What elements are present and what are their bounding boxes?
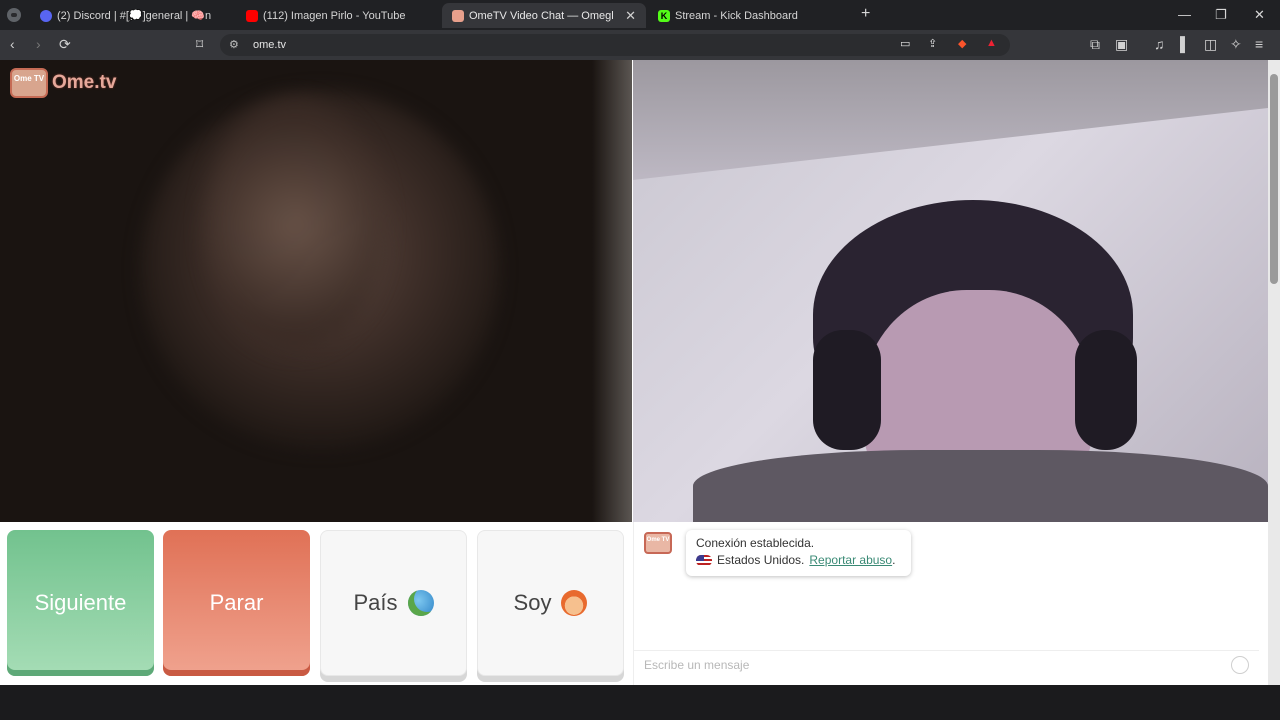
brave-rewards-icon[interactable]: ▲ (986, 37, 997, 49)
close-window-button[interactable]: ✕ (1254, 7, 1265, 23)
tab-title: OmeTV Video Chat — Omegl (469, 9, 614, 22)
us-flag-icon (696, 554, 712, 566)
scrollbar[interactable] (1268, 60, 1280, 685)
brave-shields-icon[interactable]: ◆ (958, 37, 966, 50)
headphone-right (1075, 330, 1137, 450)
scrollbar-thumb[interactable] (1270, 74, 1278, 284)
reload-icon[interactable]: ⟳ (59, 36, 71, 53)
ometv-icon (452, 9, 464, 22)
close-tab-icon[interactable]: ✕ (625, 8, 636, 24)
remote-video-blur (205, 100, 385, 350)
country-label: País (353, 590, 398, 615)
system-message: Conexión establecida. Estados Unidos. Re… (686, 530, 911, 576)
ometv-logo[interactable]: Ome TV Ome.tv (10, 68, 116, 98)
stop-label: Parar (209, 590, 264, 615)
logo-text: Ome.tv (52, 72, 117, 93)
cast-icon[interactable]: ▭ (900, 37, 910, 50)
tab-discord[interactable]: (2) Discord | #[💭]general | 🧠n (30, 3, 230, 28)
connection-text: Conexión establecida. (696, 536, 815, 550)
restore-button[interactable]: ❐ (1215, 7, 1227, 23)
tab-title: (2) Discord | #[💭]general | 🧠n (57, 10, 212, 22)
youtube-icon (246, 9, 258, 22)
next-label: Siguiente (34, 590, 127, 615)
bookmark-icon[interactable]: ⌑ (196, 36, 203, 53)
headphone-left (813, 330, 881, 450)
browser-tab-strip: (2) Discord | #[💭]general | 🧠n (112) Ima… (0, 0, 1280, 30)
tab-kick[interactable]: K Stream - Kick Dashboard (648, 3, 848, 28)
browser-menu-icon[interactable] (7, 8, 21, 22)
report-suffix: . (892, 553, 896, 567)
taskbar-area (0, 685, 1280, 720)
message-placeholder: Escribe un mensaje (644, 657, 750, 672)
minimize-button[interactable]: — (1178, 7, 1191, 22)
ometv-tv-icon: Ome TV (10, 68, 48, 98)
gender-button[interactable]: Soy (477, 530, 624, 676)
share-icon[interactable]: ⇪ (928, 37, 937, 50)
sidebar-icon[interactable]: ▌ (1180, 36, 1190, 52)
remote-video: Ome TV Ome.tv (0, 60, 632, 522)
country-button[interactable]: País (320, 530, 467, 676)
tab-title: Stream - Kick Dashboard (675, 9, 798, 22)
next-button[interactable]: Siguiente (7, 530, 154, 676)
tab-ometv[interactable]: OmeTV Video Chat — Omegl ✕ (442, 3, 646, 28)
address-bar[interactable]: ⚙ ome.tv ▭ ⇪ ◆ ▲ (220, 34, 1010, 56)
globe-icon (407, 590, 434, 616)
reader-icon[interactable]: ▣ (1115, 36, 1128, 53)
person-shirt (693, 450, 1268, 522)
message-input[interactable]: Escribe un mensaje (634, 650, 1259, 678)
wallet-icon[interactable]: ◫ (1204, 36, 1217, 53)
forward-icon[interactable]: › (36, 36, 41, 52)
leo-ai-icon[interactable]: ✧ (1230, 36, 1242, 53)
kick-icon: K (658, 9, 670, 22)
url-text: ome.tv (253, 39, 287, 51)
boy-icon (561, 590, 588, 616)
tab-title: (112) Imagen Pirlo - YouTube (263, 9, 406, 22)
new-tab-button[interactable]: + (861, 5, 870, 23)
ometv-chat-logo-icon: Ome TV (644, 532, 672, 554)
local-webcam-video (633, 60, 1268, 522)
extensions-icon[interactable]: ⧉ (1090, 36, 1100, 53)
discord-icon (40, 9, 52, 22)
stop-button[interactable]: Parar (163, 530, 310, 676)
menu-icon[interactable]: ≡ (1255, 36, 1263, 52)
site-info-icon[interactable]: ⚙ (229, 38, 239, 51)
emoji-icon[interactable] (1231, 656, 1249, 674)
media-icon[interactable]: ♫ (1154, 36, 1165, 52)
chat-panel: Ome TV Conexión establecida. Estados Uni… (633, 522, 1259, 685)
browser-toolbar: ‹ › ⟳ ⌑ ⚙ ome.tv ▭ ⇪ ◆ ▲ ⧉ ▣ ♫ ▌ ◫ ✧ ≡ (0, 30, 1280, 60)
back-icon[interactable]: ‹ (10, 36, 15, 52)
country-text: Estados Unidos. (717, 553, 805, 567)
ometv-page: Ome TV Ome.tv Siguiente Parar País Soy O… (0, 60, 1268, 685)
gender-label: Soy (513, 590, 552, 615)
report-abuse-link[interactable]: Reportar abuso (809, 553, 892, 567)
ceiling (633, 60, 1268, 180)
remote-video-edge (592, 60, 632, 522)
tab-youtube[interactable]: (112) Imagen Pirlo - YouTube (236, 3, 436, 28)
